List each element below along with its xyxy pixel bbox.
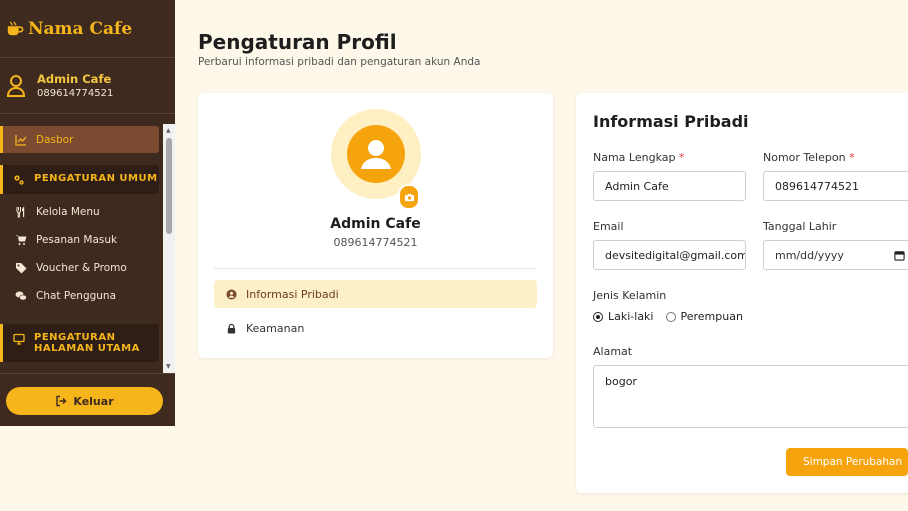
sidebar-item-label: Dasbor xyxy=(36,133,74,146)
tag-icon xyxy=(16,263,27,274)
gender-male-label[interactable]: Laki-laki xyxy=(608,310,654,323)
scrollbar-thumb[interactable] xyxy=(166,138,172,234)
tab-security[interactable]: Keamanan xyxy=(214,314,537,342)
gender-male-radio[interactable] xyxy=(593,311,603,322)
user-panel: Admin Cafe 089614774521 xyxy=(0,58,175,114)
required-mark: * xyxy=(678,151,685,164)
full-name-field[interactable]: Admin Cafe xyxy=(593,171,746,201)
change-photo-button[interactable] xyxy=(398,184,420,210)
camera-icon xyxy=(404,193,414,201)
divider xyxy=(214,268,537,269)
gears-icon xyxy=(14,175,24,185)
calendar-icon[interactable] xyxy=(894,250,905,261)
profile-name: Admin Cafe xyxy=(330,216,421,232)
sidebar-menu: Dasbor PENGATURAN UMUM Kelola Menu Pesan… xyxy=(0,124,175,374)
sidebar-item-user-chat[interactable]: Chat Pengguna xyxy=(0,282,163,310)
sidebar-item-manage-menu[interactable]: Kelola Menu xyxy=(0,198,163,226)
address-label: Alamat xyxy=(593,345,633,358)
full-name-label: Nama Lengkap * xyxy=(593,151,685,164)
scroll-down-arrow-icon[interactable]: ▼ xyxy=(166,364,171,370)
user-phone: 089614774521 xyxy=(37,88,114,99)
profile-card: Admin Cafe 089614774521 Informasi Pribad… xyxy=(198,93,553,358)
sidebar: Nama Cafe Admin Cafe 089614774521 Dasbor xyxy=(0,0,175,426)
gender-female-label[interactable]: Perempuan xyxy=(681,310,743,323)
sidebar-item-voucher-promo[interactable]: Voucher & Promo xyxy=(0,254,163,282)
tab-label: Keamanan xyxy=(246,321,305,335)
sign-out-icon xyxy=(56,395,67,407)
sidebar-item-label: Chat Pengguna xyxy=(36,290,117,302)
chat-bubbles-icon xyxy=(15,291,27,301)
user-name: Admin Cafe xyxy=(37,72,112,86)
sidebar-item-dashboard[interactable]: Dasbor xyxy=(0,126,159,153)
birth-date-field[interactable]: mm/dd/yyyy xyxy=(763,240,908,270)
gender-label: Jenis Kelamin xyxy=(593,289,667,302)
logout-button[interactable]: Keluar xyxy=(6,387,163,415)
sidebar-section-homepage-settings[interactable]: PENGATURAN HALAMAN UTAMA xyxy=(0,324,159,362)
brand[interactable]: Nama Cafe xyxy=(0,0,175,58)
coffee-cup-icon xyxy=(7,21,24,35)
page-title: Pengaturan Profil xyxy=(198,30,397,54)
cart-icon xyxy=(15,235,27,245)
chart-line-icon xyxy=(15,134,27,146)
sidebar-item-label: Voucher & Promo xyxy=(36,262,127,274)
sidebar-section-general-settings[interactable]: PENGATURAN UMUM xyxy=(0,165,159,194)
brand-title: Nama Cafe xyxy=(28,18,133,39)
phone-label: Nomor Telepon * xyxy=(763,151,855,164)
gender-female-radio[interactable] xyxy=(665,311,676,322)
personal-info-form: Informasi Pribadi Nama Lengkap * Admin C… xyxy=(576,93,908,493)
page-subtitle: Perbarui informasi pribadi dan pengatura… xyxy=(198,56,481,68)
user-avatar-icon xyxy=(347,125,405,183)
sidebar-scrollbar[interactable]: ▲ ▼ xyxy=(163,124,175,373)
user-icon xyxy=(6,74,26,97)
form-title: Informasi Pribadi xyxy=(593,112,749,131)
lock-icon xyxy=(227,323,236,334)
gender-radio-group: Laki-laki Perempuan xyxy=(593,310,743,323)
phone-field[interactable]: 089614774521 xyxy=(763,171,908,201)
birth-date-label: Tanggal Lahir xyxy=(763,220,837,233)
utensils-icon xyxy=(16,207,25,218)
logout-label: Keluar xyxy=(73,394,114,408)
sidebar-item-incoming-orders[interactable]: Pesanan Masuk xyxy=(0,226,163,254)
sidebar-item-label: Kelola Menu xyxy=(36,206,100,218)
scroll-up-arrow-icon[interactable]: ▲ xyxy=(166,128,171,134)
tab-label: Informasi Pribadi xyxy=(246,287,339,301)
save-changes-button[interactable]: Simpan Perubahan xyxy=(786,448,908,476)
sidebar-section-label: PENGATURAN HALAMAN UTAMA xyxy=(34,332,140,354)
address-field[interactable]: bogor xyxy=(593,365,908,428)
sidebar-item-label: Pesanan Masuk xyxy=(36,234,118,246)
user-circle-icon xyxy=(226,288,237,300)
email-field[interactable]: devsitedigital@gmail.com xyxy=(593,240,746,270)
birth-date-placeholder: mm/dd/yyyy xyxy=(775,248,844,262)
sidebar-section-label: PENGATURAN UMUM xyxy=(34,173,158,184)
email-label: Email xyxy=(593,220,624,233)
required-mark: * xyxy=(849,151,855,164)
profile-phone: 089614774521 xyxy=(333,236,418,249)
tab-personal-info[interactable]: Informasi Pribadi xyxy=(214,280,537,308)
monitor-icon xyxy=(13,333,25,345)
